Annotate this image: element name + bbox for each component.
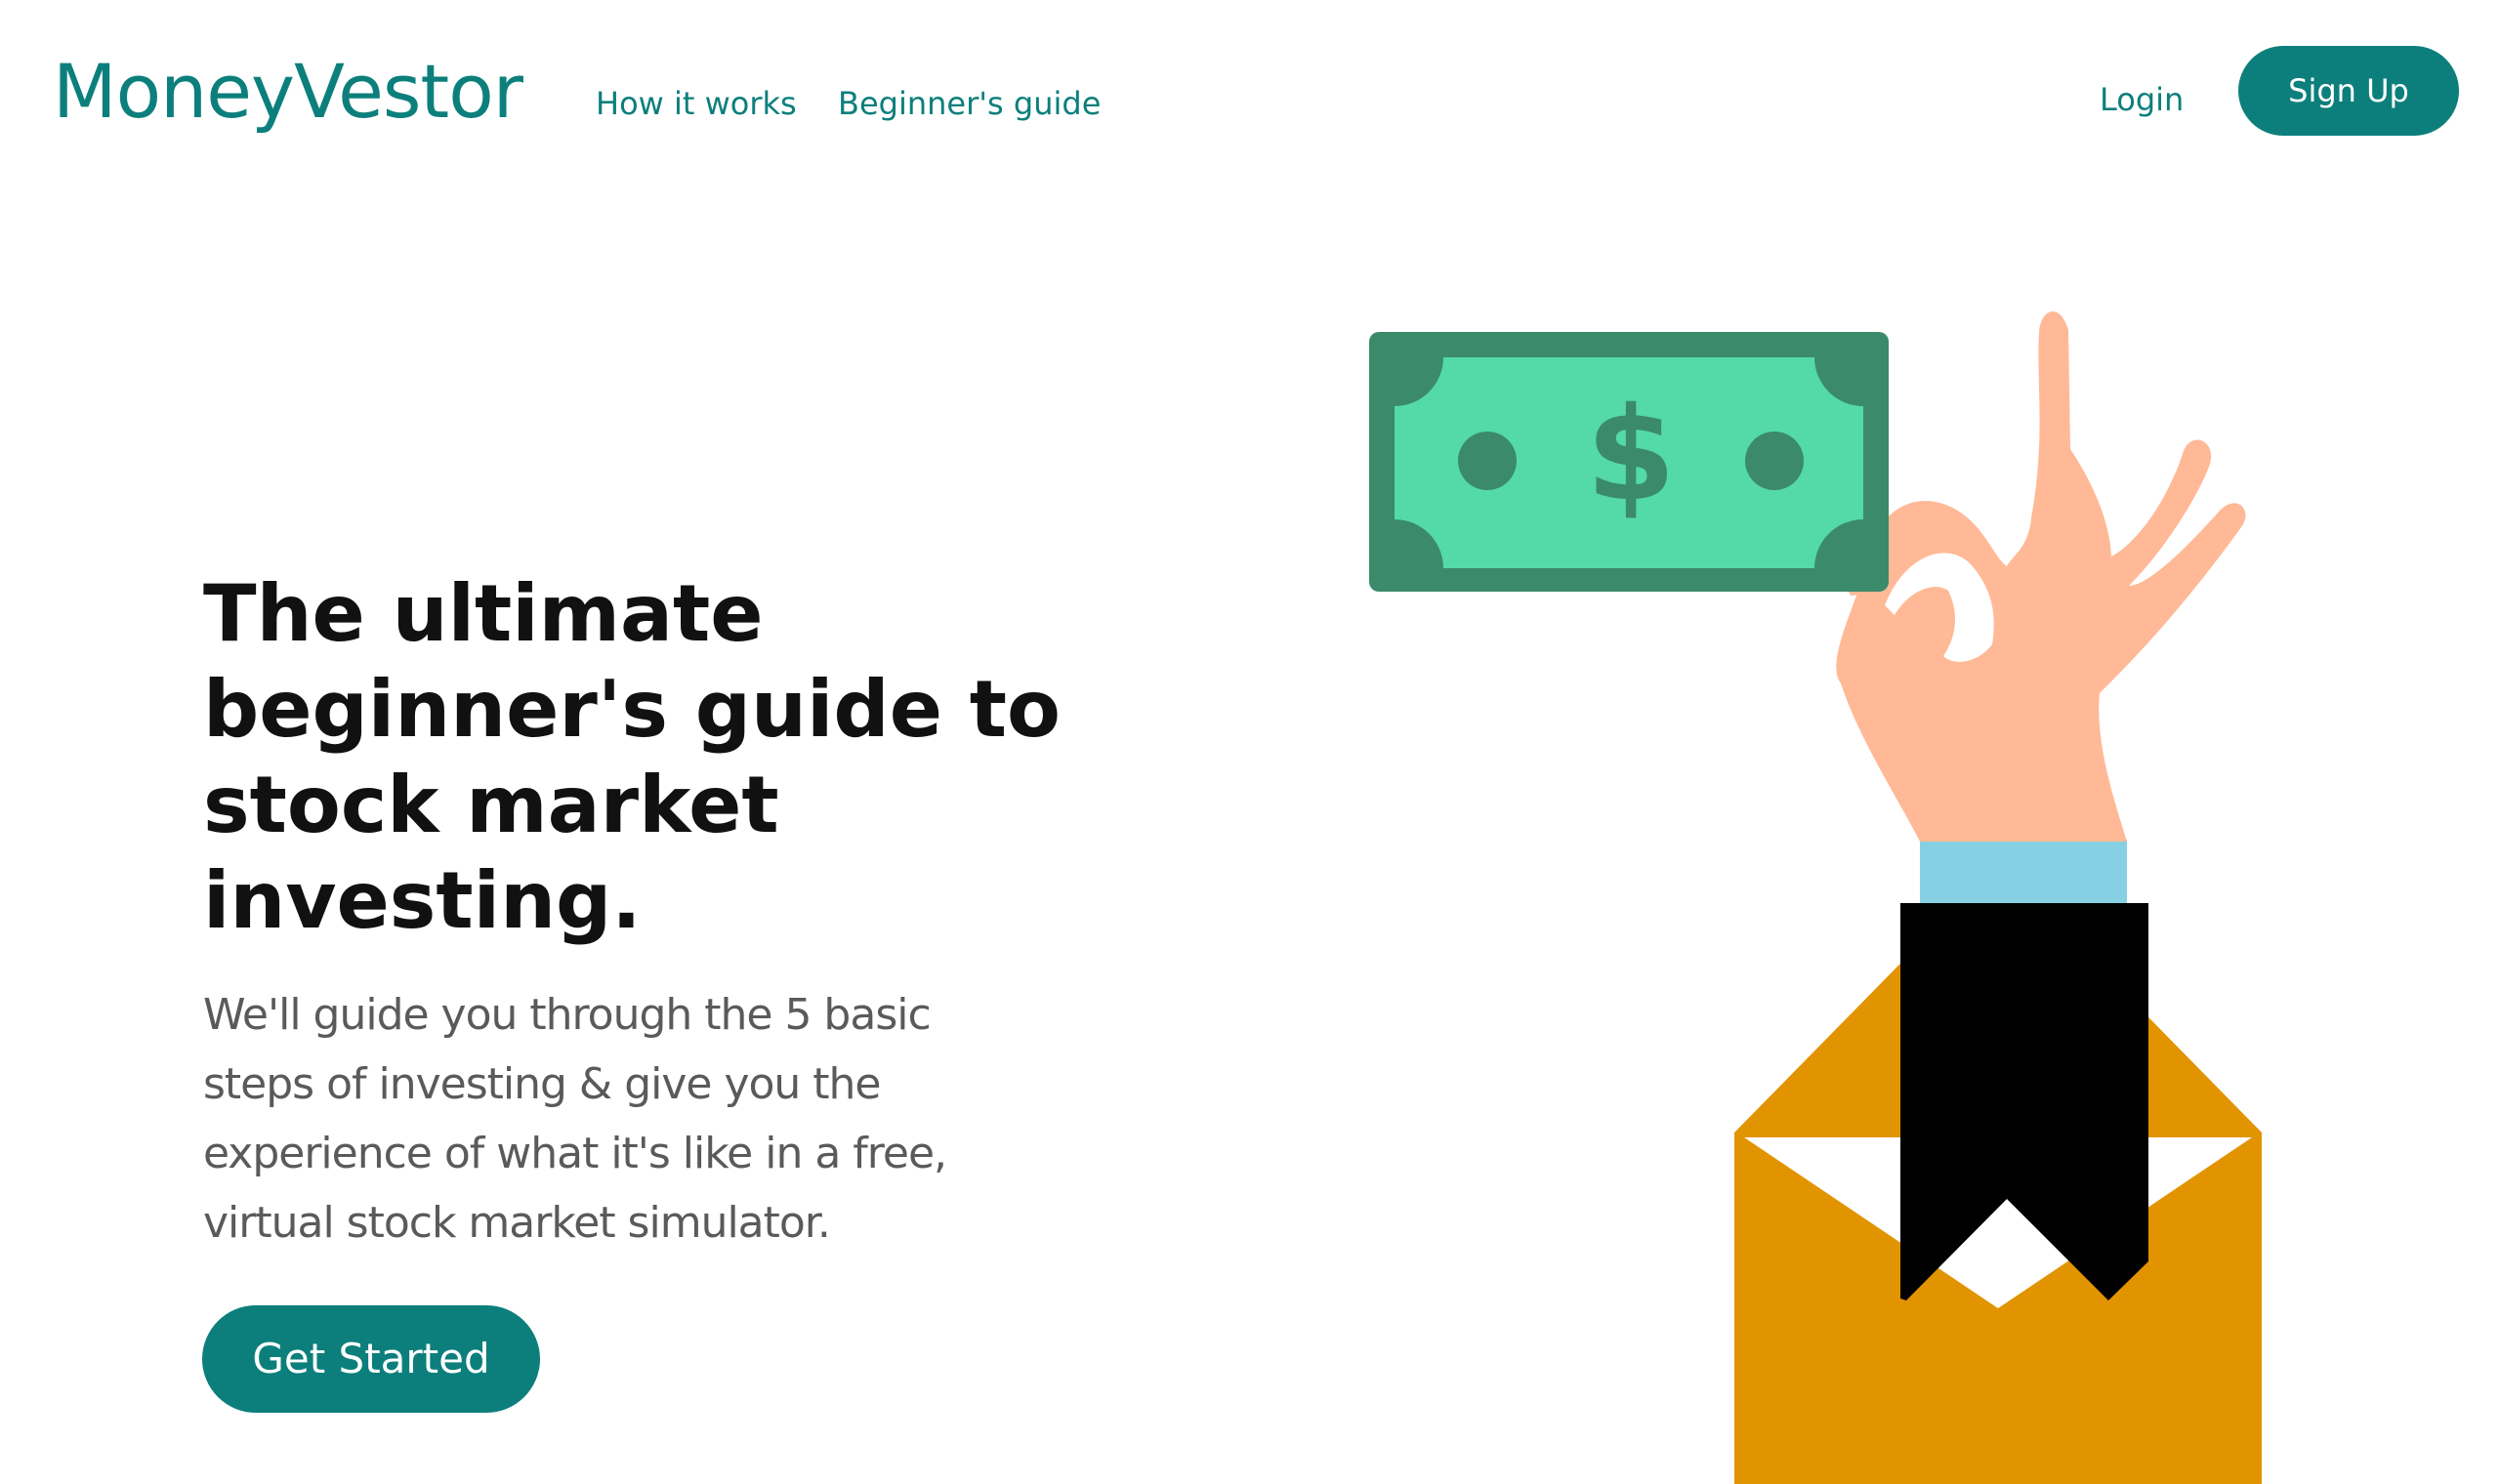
hero-subtitle: We'll guide you through the 5 basic step…: [203, 990, 947, 1248]
login-link[interactable]: Login: [2100, 78, 2184, 121]
dollar-bill-icon: $: [1369, 332, 1889, 592]
sign-up-button[interactable]: Sign Up: [2238, 46, 2459, 136]
get-started-button[interactable]: Get Started: [202, 1305, 540, 1413]
brand-logo[interactable]: MoneyVestor: [53, 43, 523, 141]
hand-ok-icon: [1836, 311, 2246, 842]
nav-how-it-works[interactable]: How it works: [596, 82, 797, 125]
landing-page: MoneyVestor How it works Beginner's guid…: [0, 0, 2500, 1484]
dollar-sign-icon: $: [1586, 380, 1676, 530]
nav-beginners-guide[interactable]: Beginner's guide: [838, 82, 1101, 125]
hero-title: The ultimate beginner's guide to stock m…: [203, 568, 1062, 946]
hero-illustration: $: [1369, 311, 2262, 1484]
